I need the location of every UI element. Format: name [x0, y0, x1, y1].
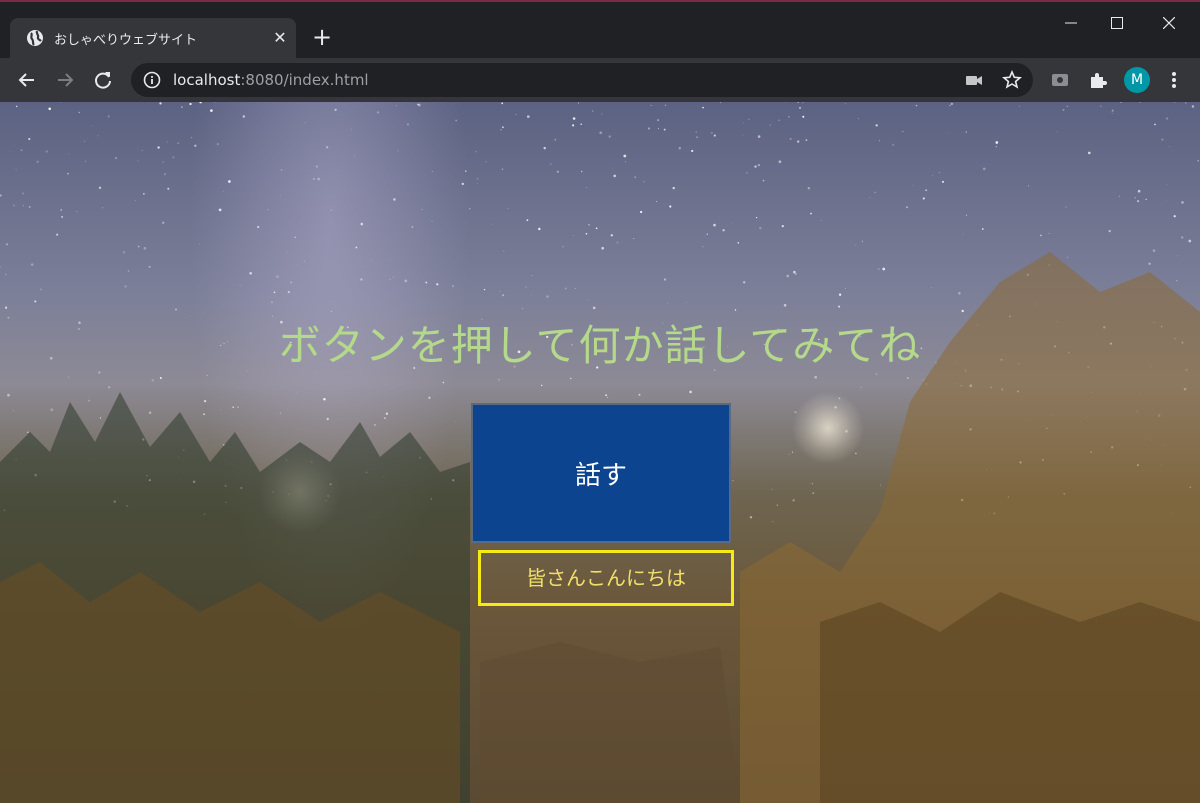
globe-icon [27, 30, 43, 46]
reload-icon[interactable] [91, 68, 115, 92]
address-bar[interactable]: localhost:8080/index.html [131, 63, 1033, 97]
close-icon[interactable]: ✕ [270, 28, 290, 48]
active-tab[interactable]: おしゃべりウェブサイト ✕ [10, 18, 296, 58]
url-host: localhost [173, 71, 241, 89]
minimize-icon[interactable] [1048, 8, 1094, 38]
browser-window: おしゃべりウェブサイト ✕ + localhost:8080/index.htm… [0, 0, 1200, 803]
menu-dots-icon[interactable] [1162, 68, 1186, 92]
url-path: :8080/index.html [240, 71, 369, 89]
star-icon[interactable] [1000, 68, 1024, 92]
puzzle-icon[interactable] [1086, 68, 1110, 92]
url-text: localhost:8080/index.html [173, 71, 369, 89]
forward-arrow-icon[interactable] [53, 68, 77, 92]
tab-title: おしゃべりウェブサイト [54, 33, 198, 48]
camera-icon[interactable] [962, 68, 986, 92]
screenshot-icon[interactable] [1048, 68, 1072, 92]
avatar[interactable]: M [1124, 67, 1150, 93]
maximize-icon[interactable] [1094, 8, 1140, 38]
page-title: ボタンを押して何か話してみてね [278, 321, 922, 370]
page-content: ボタンを押して何か話してみてね 話す 皆さんこんにちは [0, 102, 1200, 803]
tab-strip: おしゃべりウェブサイト ✕ + [0, 4, 1200, 58]
speak-button[interactable]: 話す [471, 403, 731, 543]
speech-output: 皆さんこんにちは [478, 550, 734, 606]
plus-icon[interactable]: + [308, 23, 336, 51]
back-arrow-icon[interactable] [15, 68, 39, 92]
toolbar: localhost:8080/index.html M [0, 58, 1200, 102]
window-close-icon[interactable] [1146, 8, 1192, 38]
info-icon[interactable] [143, 71, 161, 89]
